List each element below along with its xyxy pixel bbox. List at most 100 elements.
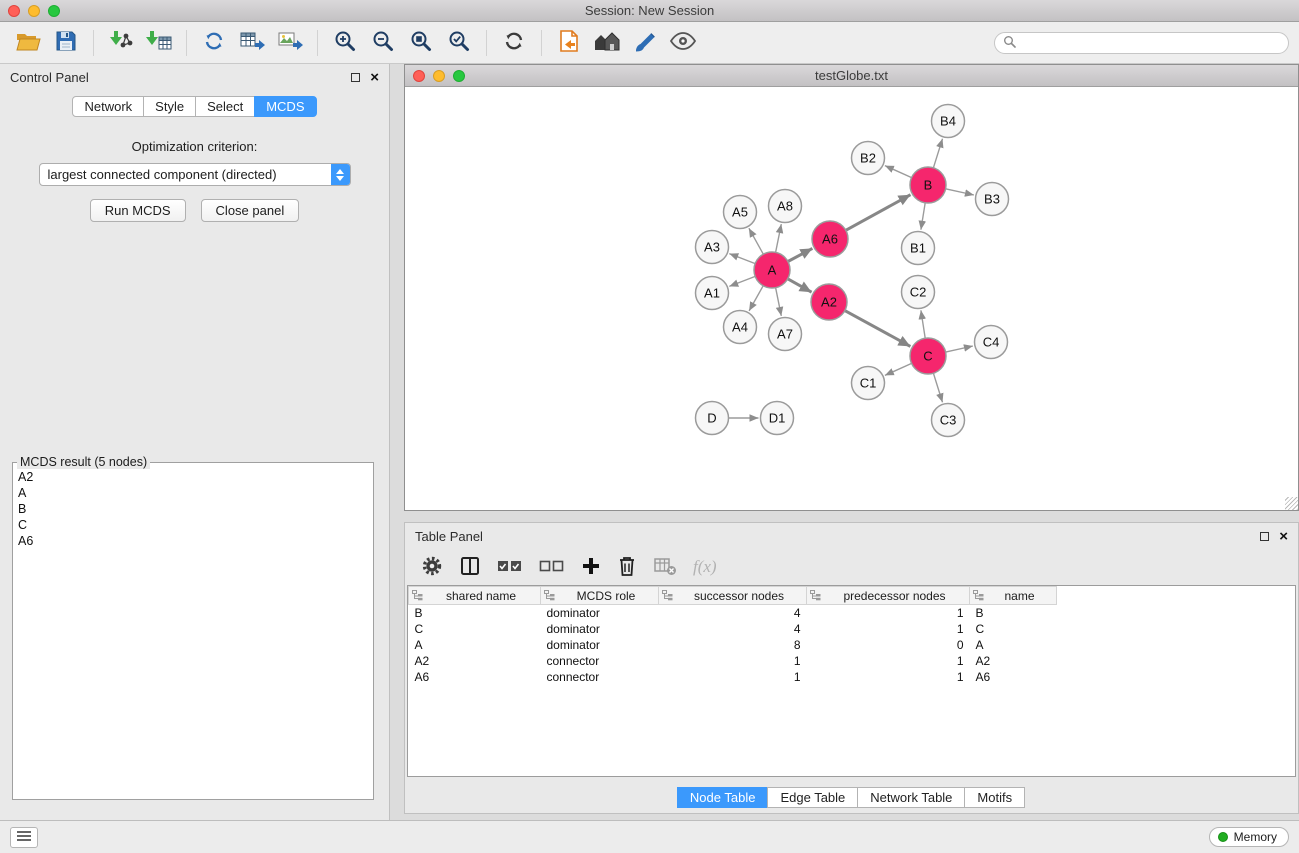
minimize-network-window-icon[interactable] (433, 70, 445, 82)
edge-B-B3[interactable] (946, 189, 974, 195)
cell-name[interactable]: B (970, 605, 1057, 621)
close-network-window-icon[interactable] (413, 70, 425, 82)
close-window-icon[interactable] (8, 5, 20, 17)
cell-shared-name[interactable]: A6 (409, 669, 541, 685)
search-field[interactable] (994, 32, 1289, 54)
close-panel-button[interactable]: Close panel (201, 199, 300, 222)
cell-MCDS-role[interactable]: dominator (541, 621, 659, 637)
edge-A-A6[interactable] (788, 248, 813, 261)
close-panel-icon[interactable]: × (370, 73, 379, 82)
cell-MCDS-role[interactable]: connector (541, 653, 659, 669)
export-table-button[interactable] (234, 27, 270, 59)
table-tab-node-table[interactable]: Node Table (677, 787, 769, 808)
mcds-result-item[interactable]: B (13, 501, 373, 517)
import-network-button[interactable] (103, 27, 139, 59)
network-graph[interactable]: AA1A2A3A4A5A6A7A8BB1B2B3B4CC1C2C3C4DD1 (405, 87, 1298, 510)
zoom-window-icon[interactable] (48, 5, 60, 17)
cell-name[interactable]: C (970, 621, 1057, 637)
show-hide-button[interactable] (665, 27, 701, 59)
apply-layout-button[interactable] (496, 27, 532, 59)
export-network-button[interactable] (196, 27, 232, 59)
control-tab-network[interactable]: Network (72, 96, 144, 117)
node-D1[interactable]: D1 (761, 402, 794, 435)
edge-A-A2[interactable] (788, 279, 812, 292)
cell-name[interactable]: A (970, 637, 1057, 653)
node-B4[interactable]: B4 (932, 105, 965, 138)
zoom-in-button[interactable] (327, 27, 363, 59)
search-input[interactable] (1021, 36, 1280, 50)
edge-C-C2[interactable] (921, 310, 925, 338)
node-C1[interactable]: C1 (852, 367, 885, 400)
mcds-result-item[interactable]: A2 (13, 469, 373, 485)
import-table-button[interactable] (141, 27, 177, 59)
table-row[interactable]: Cdominator41C (409, 621, 1057, 637)
cell-predecessor-nodes[interactable]: 1 (807, 669, 970, 685)
node-B1[interactable]: B1 (902, 232, 935, 265)
cell-shared-name[interactable]: C (409, 621, 541, 637)
edge-B-B4[interactable] (933, 139, 942, 168)
cell-shared-name[interactable]: B (409, 605, 541, 621)
zoom-network-window-icon[interactable] (453, 70, 465, 82)
criterion-dropdown[interactable]: largest connected component (directed) (39, 163, 351, 186)
node-C4[interactable]: C4 (975, 326, 1008, 359)
control-tab-mcds[interactable]: MCDS (254, 96, 316, 117)
cell-predecessor-nodes[interactable]: 1 (807, 605, 970, 621)
node-D[interactable]: D (696, 402, 729, 435)
edge-C-C1[interactable] (885, 363, 912, 375)
cell-successor-nodes[interactable]: 1 (659, 653, 807, 669)
zoom-out-button[interactable] (365, 27, 401, 59)
column-header-MCDS-role[interactable]: MCDS role (541, 587, 659, 605)
minimize-window-icon[interactable] (28, 5, 40, 17)
open-session-button[interactable] (10, 27, 46, 59)
node-A8[interactable]: A8 (769, 190, 802, 223)
select-all-button[interactable] (497, 558, 523, 577)
node-A5[interactable]: A5 (724, 196, 757, 229)
memory-button[interactable]: Memory (1209, 827, 1289, 847)
edge-A6-B[interactable] (846, 195, 911, 231)
edge-C-C3[interactable] (933, 373, 942, 402)
cell-MCDS-role[interactable]: dominator (541, 605, 659, 621)
node-A6[interactable]: A6 (812, 221, 848, 257)
control-tab-style[interactable]: Style (143, 96, 196, 117)
network-canvas[interactable]: AA1A2A3A4A5A6A7A8BB1B2B3B4CC1C2C3C4DD1 (405, 87, 1298, 510)
table-row[interactable]: Bdominator41B (409, 605, 1057, 621)
add-column-button[interactable] (581, 556, 601, 579)
mcds-result-item[interactable]: C (13, 517, 373, 533)
node-A7[interactable]: A7 (769, 318, 802, 351)
session-document-button[interactable] (551, 27, 587, 59)
cell-successor-nodes[interactable]: 1 (659, 669, 807, 685)
node-C2[interactable]: C2 (902, 276, 935, 309)
cell-successor-nodes[interactable]: 4 (659, 621, 807, 637)
save-session-button[interactable] (48, 27, 84, 59)
show-columns-button[interactable] (459, 555, 481, 580)
node-B2[interactable]: B2 (852, 142, 885, 175)
edge-A-A1[interactable] (729, 276, 755, 286)
edge-B-B1[interactable] (921, 203, 925, 230)
node-B3[interactable]: B3 (976, 183, 1009, 216)
table-row[interactable]: A6connector11A6 (409, 669, 1057, 685)
close-table-panel-icon[interactable]: × (1279, 532, 1288, 541)
zoom-selected-button[interactable] (441, 27, 477, 59)
cell-predecessor-nodes[interactable]: 1 (807, 621, 970, 637)
column-header-successor-nodes[interactable]: successor nodes (659, 587, 807, 605)
node-A2[interactable]: A2 (811, 284, 847, 320)
cell-shared-name[interactable]: A (409, 637, 541, 653)
edge-A-A5[interactable] (749, 228, 763, 254)
cell-predecessor-nodes[interactable]: 1 (807, 653, 970, 669)
control-tab-select[interactable]: Select (195, 96, 255, 117)
edge-A-A8[interactable] (776, 224, 782, 252)
table-row[interactable]: Adominator80A (409, 637, 1057, 653)
cell-name[interactable]: A6 (970, 669, 1057, 685)
cell-name[interactable]: A2 (970, 653, 1057, 669)
node-B[interactable]: B (910, 167, 946, 203)
cell-shared-name[interactable]: A2 (409, 653, 541, 669)
node-A4[interactable]: A4 (724, 311, 757, 344)
edge-A-A3[interactable] (729, 254, 755, 264)
delete-column-button[interactable] (617, 555, 637, 580)
node-A3[interactable]: A3 (696, 231, 729, 264)
table-row[interactable]: A2connector11A2 (409, 653, 1057, 669)
zoom-fit-button[interactable] (403, 27, 439, 59)
node-C3[interactable]: C3 (932, 404, 965, 437)
table-tab-edge-table[interactable]: Edge Table (767, 787, 858, 808)
cell-predecessor-nodes[interactable]: 0 (807, 637, 970, 653)
